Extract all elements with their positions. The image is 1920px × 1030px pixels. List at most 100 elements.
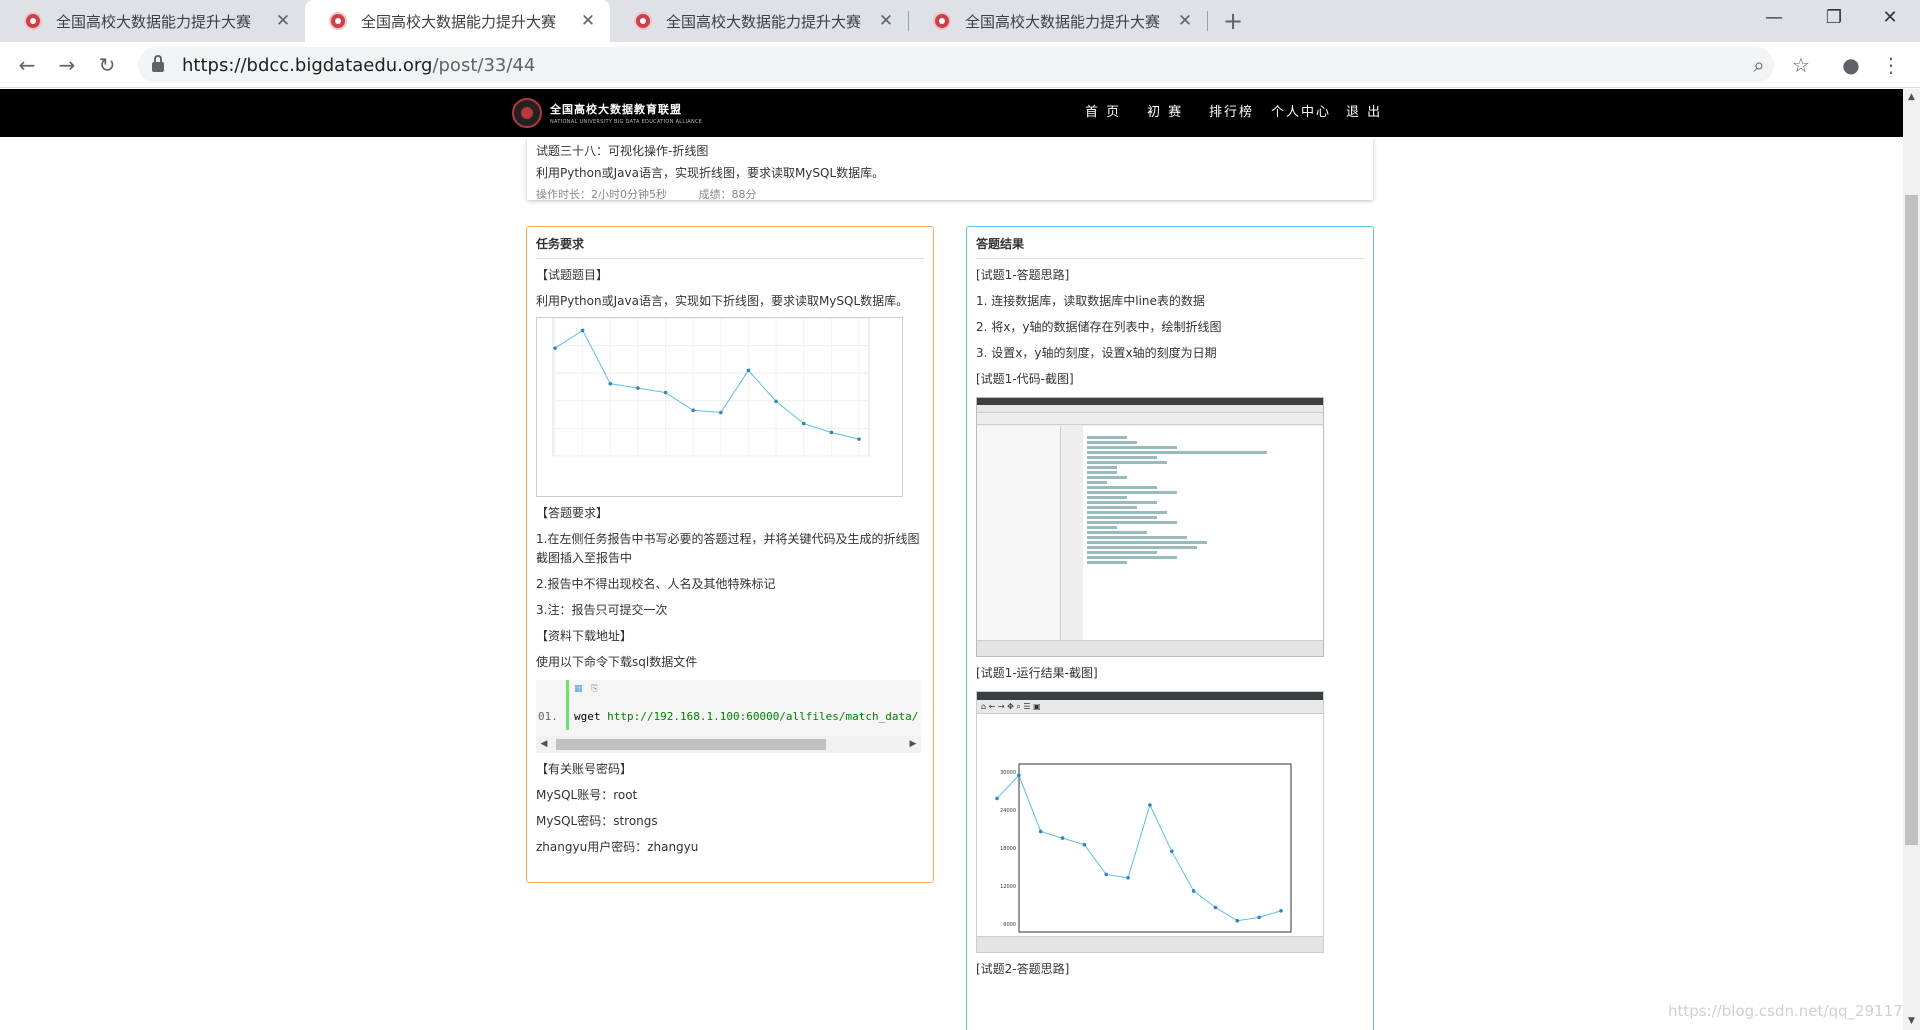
data-point <box>1038 829 1043 834</box>
close-tab-icon[interactable]: ✕ <box>876 11 896 31</box>
close-tab-icon[interactable]: ✕ <box>578 11 598 31</box>
data-point <box>829 430 834 435</box>
plot-frame <box>1018 763 1292 933</box>
data-point <box>1235 918 1240 923</box>
tab-title: 全国高校大数据能力提升大赛 <box>56 12 252 31</box>
answer-idea-heading: [试题1-答题思路] <box>976 268 1070 282</box>
plot-frame <box>552 317 870 457</box>
scroll-down-icon[interactable]: ▼ <box>1903 1013 1920 1030</box>
arrow-right-icon: → <box>997 702 1005 711</box>
data-point <box>1082 842 1087 847</box>
data-point <box>857 437 861 441</box>
scroll-up-icon[interactable]: ▲ <box>1903 89 1920 106</box>
view-source-icon[interactable]: ▦ <box>574 684 583 694</box>
scroll-right-icon[interactable]: ▶ <box>905 736 921 753</box>
browser-tab-4[interactable]: 全国高校大数据能力提升大赛 ✕ <box>909 0 1207 42</box>
data-point <box>801 421 806 426</box>
scrollbar-thumb[interactable] <box>1905 195 1918 845</box>
score-text: 成绩：88分 <box>698 188 757 201</box>
data-point <box>1126 875 1130 880</box>
nav-leaderboard[interactable]: 排行榜 <box>1209 89 1254 137</box>
nav-personal-center[interactable]: 个人中心 <box>1271 89 1331 137</box>
tab-bar: 全国高校大数据能力提升大赛 ✕ 全国高校大数据能力提升大赛 ✕ 全国高校大数据能… <box>0 0 1920 42</box>
page-scrollbar[interactable]: ▲ ▼ <box>1903 89 1920 1030</box>
section-heading-answer-requirements: 【答题要求】 <box>536 506 609 520</box>
mysql-password: MySQL密码：strongs <box>536 814 658 828</box>
site-favicon-icon <box>933 12 951 30</box>
mysql-account: MySQL账号：root <box>536 788 638 802</box>
answer-step-3: 3. 设置x，y轴的刻度，设置x轴的刻度为日期 <box>976 346 1217 360</box>
browser-tab-1[interactable]: 全国高校大数据能力提升大赛 ✕ <box>0 0 305 42</box>
browser-tab-3[interactable]: 全国高校大数据能力提升大赛 ✕ <box>610 0 908 42</box>
panel-title: 答题结果 <box>976 235 1364 259</box>
zoom-icon[interactable]: ⌕ <box>1744 50 1774 80</box>
nav-preliminary[interactable]: 初 赛 <box>1147 89 1183 137</box>
figure-statusbar <box>977 936 1323 952</box>
account-icon[interactable]: ● <box>1836 50 1866 80</box>
y-tick-label: 24000 <box>1000 808 1016 814</box>
run-result-heading: [试题1-运行结果-截图] <box>976 666 1098 680</box>
y-tick-label: 18000 <box>1000 846 1016 852</box>
restore-icon[interactable]: ❐ <box>1804 0 1864 36</box>
y-tick-label: 12000 <box>1000 884 1016 890</box>
data-point <box>663 390 668 395</box>
browser-toolbar: ← → ↻ https://bdcc.bigdataedu.org/post/3… <box>0 42 1920 88</box>
y-tick-label: 30000 <box>1000 770 1016 776</box>
new-tab-icon[interactable]: + <box>1218 6 1248 36</box>
figure-titlebar <box>977 692 1323 700</box>
nav-logout[interactable]: 退 出 <box>1346 89 1382 137</box>
minimize-icon[interactable]: — <box>1744 0 1804 36</box>
site-favicon-icon <box>634 12 652 30</box>
data-point <box>746 368 751 373</box>
code-line[interactable]: wget http://192.168.1.100:60000/allfiles… <box>574 710 919 723</box>
code-horizontal-scrollbar[interactable]: ◀ ▶ <box>536 736 921 753</box>
close-window-icon[interactable]: ✕ <box>1860 0 1920 36</box>
zoom-icon: ⌕ <box>1016 702 1021 711</box>
data-point <box>1148 803 1152 807</box>
answer-step-1: 1. 连接数据库，读取数据库中line表的数据 <box>976 294 1205 308</box>
code-screenshot-heading: [试题1-代码-截图] <box>976 372 1074 386</box>
code-gutter-bar <box>566 680 569 730</box>
data-point <box>1017 773 1021 778</box>
scroll-left-icon[interactable]: ◀ <box>536 736 552 753</box>
back-icon[interactable]: ← <box>12 50 42 80</box>
copy-code-icon[interactable]: ⎘ <box>591 684 598 694</box>
reload-icon[interactable]: ↻ <box>92 50 122 80</box>
panel-title: 任务要求 <box>536 235 924 259</box>
reference-line-chart <box>536 317 903 497</box>
data-point <box>1104 872 1109 877</box>
ide-toolbar <box>977 413 1323 425</box>
scrollbar-thumb[interactable] <box>556 739 826 750</box>
data-point <box>636 386 640 390</box>
section-heading-question: 【试题题目】 <box>536 268 609 282</box>
code-toolbar: ▦ ⎘ <box>574 684 598 694</box>
pan-icon: ✥ <box>1007 702 1014 711</box>
config-icon: ☰ <box>1023 702 1031 711</box>
data-point <box>553 346 557 350</box>
question-meta: 操作时长：2小时0分钟5秒 成绩：88分 <box>536 184 1364 206</box>
address-bar[interactable]: https://bdcc.bigdataedu.org/post/33/44 <box>138 47 1774 83</box>
code-block: ▦ ⎘ 01. wget http://192.168.1.100:60000/… <box>536 680 921 753</box>
question-description: 利用Python或Java语言，实现折线图，要求读取MySQL数据库。 <box>536 166 885 180</box>
data-point <box>1191 889 1196 893</box>
browser-tab-2[interactable]: 全国高校大数据能力提升大赛 ✕ <box>305 0 610 42</box>
bookmark-star-icon[interactable]: ☆ <box>1786 50 1816 80</box>
data-point <box>995 796 999 801</box>
home-icon: ⌂ <box>981 702 987 711</box>
figure-toolbar: ⌂ ← → ✥ ⌕ ☰ ▣ <box>977 700 1323 714</box>
url-host: https://bdcc.bigdataedu.org <box>182 54 433 76</box>
close-tab-icon[interactable]: ✕ <box>1175 11 1195 31</box>
y-tick-label: 6000 <box>1003 922 1016 928</box>
nav-home[interactable]: 首 页 <box>1085 89 1121 137</box>
menu-dots-icon[interactable]: ⋮ <box>1876 50 1906 80</box>
zhangyu-password: zhangyu用户密码：zhangyu <box>536 840 699 854</box>
page-viewport: 全国高校大数据教育联盟 NATIONAL UNIVERSITY BIG DATA… <box>0 89 1903 1030</box>
question-2-idea-heading: [试题2-答题思路] <box>976 962 1070 976</box>
forward-icon[interactable]: → <box>52 50 82 80</box>
data-point <box>1213 905 1218 910</box>
close-tab-icon[interactable]: ✕ <box>273 11 293 31</box>
section-heading-account: 【有关账号密码】 <box>536 762 633 776</box>
lock-icon <box>152 55 164 72</box>
site-logo[interactable]: 全国高校大数据教育联盟 NATIONAL UNIVERSITY BIG DATA… <box>512 98 702 128</box>
ide-gutter <box>1063 426 1083 641</box>
